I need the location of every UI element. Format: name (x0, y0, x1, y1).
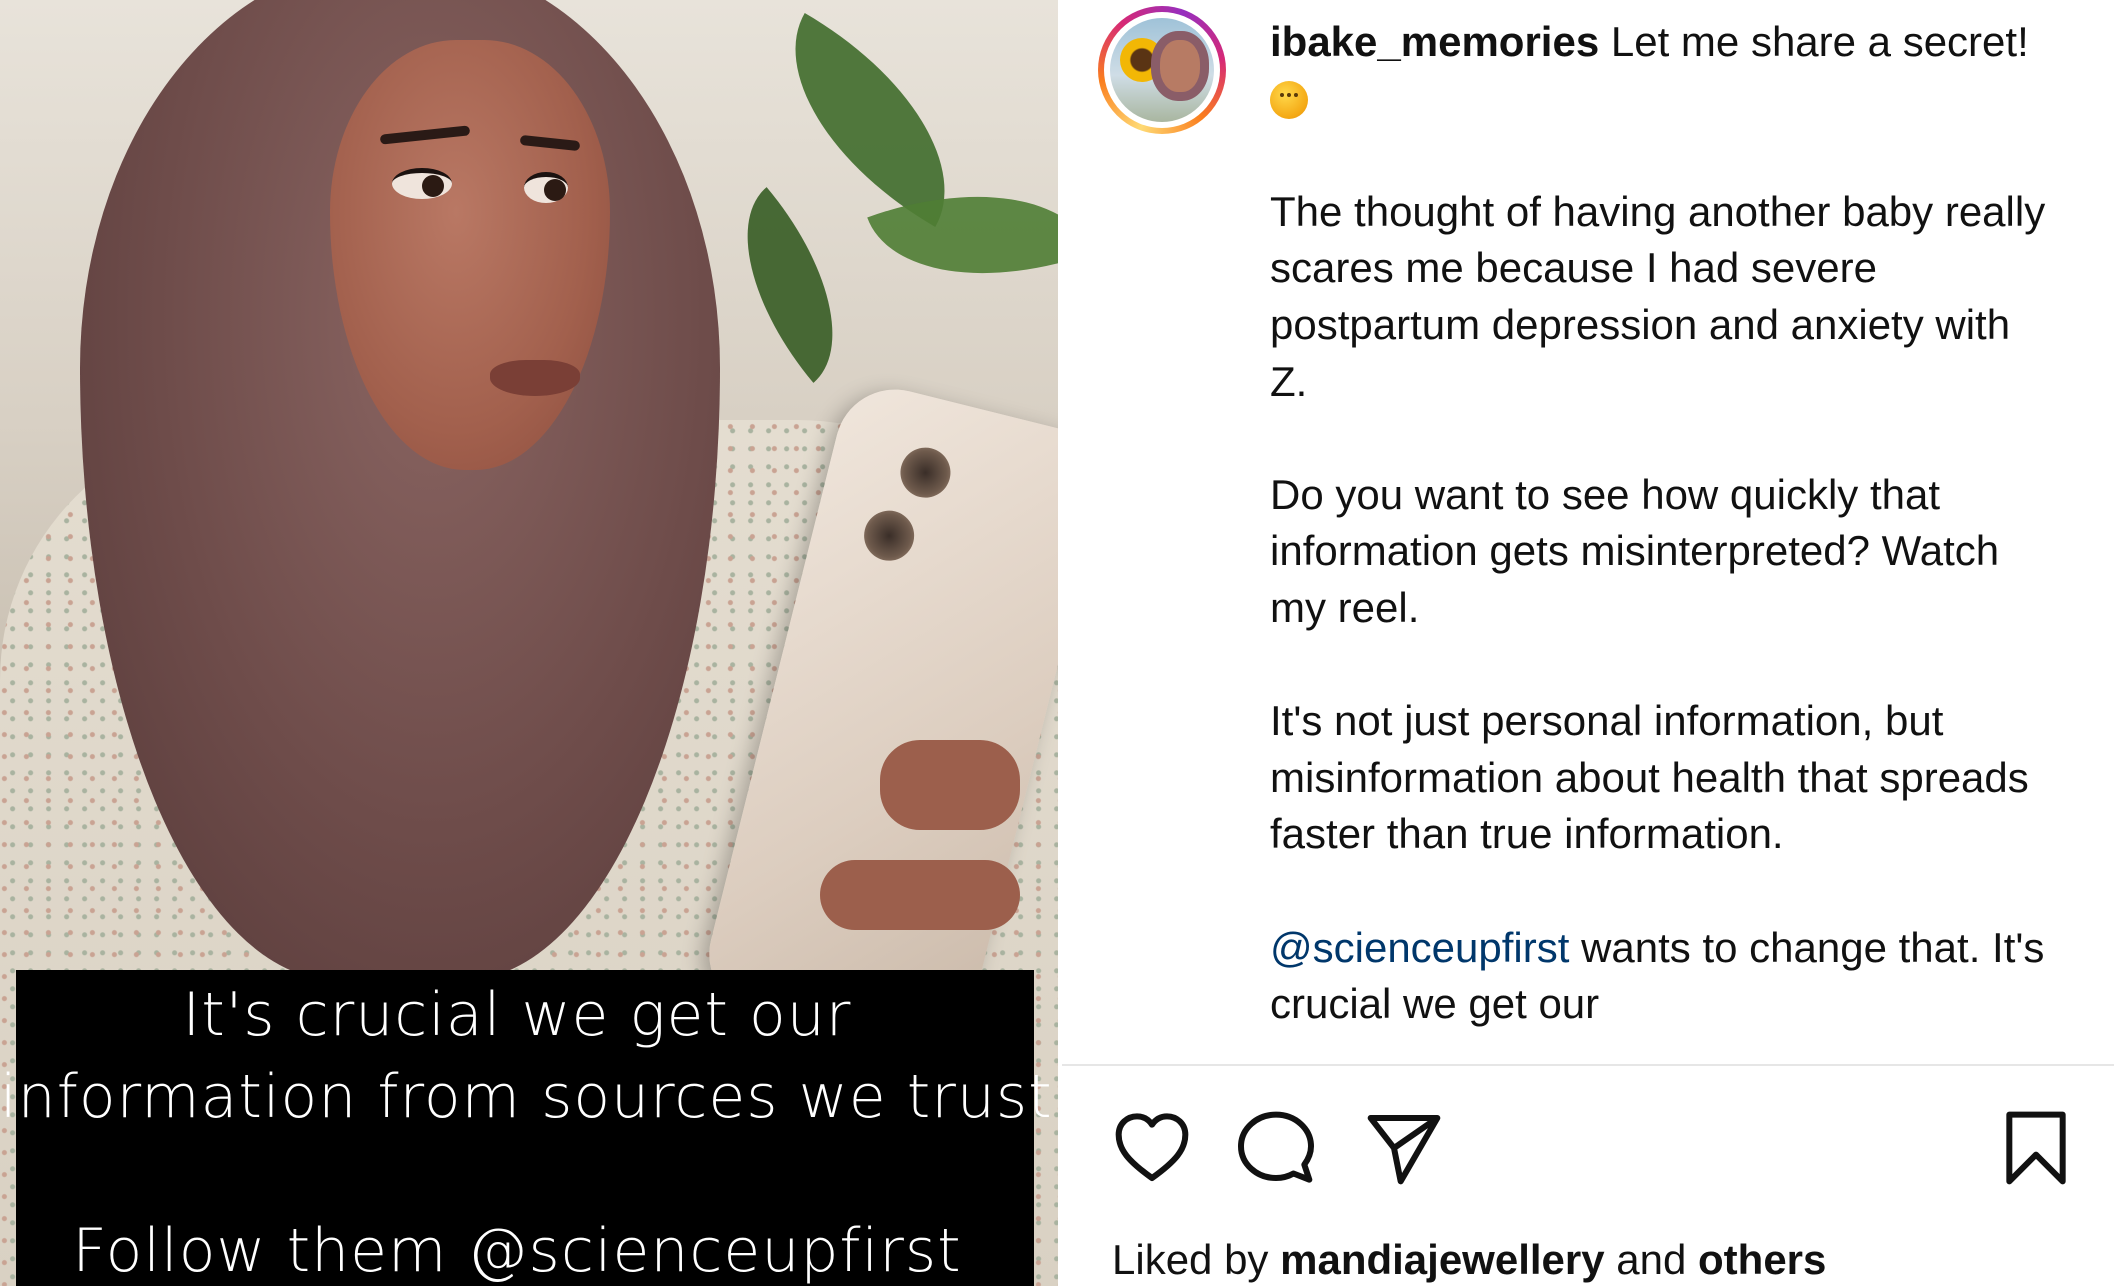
sunflower-icon (1120, 38, 1164, 82)
username-link[interactable]: ibake_memories (1270, 18, 1599, 65)
caption-paragraph: Do you want to see how quickly that info… (1270, 470, 2000, 631)
divider (1062, 1064, 2114, 1066)
post-caption: ibake_memories Let me share a secret! Th… (1270, 14, 2050, 1033)
mention-link[interactable]: @scienceupfirst (1270, 924, 1569, 971)
save-button[interactable] (1996, 1108, 2076, 1188)
caption-paragraph: It's not just personal information, but … (1270, 697, 2029, 858)
reel-caption-line: Follow them @scienceupfirst (72, 1216, 962, 1286)
eye (392, 168, 452, 199)
lips (490, 360, 580, 396)
caption-intro: Let me share a secret! (1599, 18, 2029, 65)
avatar-story-ring[interactable] (1098, 6, 1226, 134)
reel-caption-line: information from sources we trust. (0, 1062, 1058, 1132)
avatar (1110, 18, 1214, 122)
paper-plane-icon (1367, 1115, 1441, 1185)
eye (524, 172, 568, 203)
liked-by-user-link[interactable]: mandiajewellery (1280, 1236, 1605, 1283)
caption-paragraph: The thought of having another baby reall… (1270, 187, 2046, 405)
comment-button[interactable] (1236, 1108, 1316, 1188)
like-button[interactable] (1112, 1108, 1192, 1188)
heart-icon (1115, 1113, 1189, 1181)
hand (820, 860, 1020, 930)
reel-video[interactable]: It's crucial we get our information from… (0, 0, 1058, 1286)
shushing-face-icon (1270, 80, 1308, 119)
others-link[interactable]: others (1698, 1236, 1826, 1283)
hand (880, 740, 1020, 830)
bookmark-icon (2006, 1111, 2066, 1185)
reel-caption-line: It's crucial we get our (182, 980, 852, 1050)
share-button[interactable] (1364, 1108, 1444, 1188)
likes-summary: Liked by mandiajewellery and others (1112, 1236, 1827, 1283)
comment-icon (1238, 1111, 1314, 1183)
